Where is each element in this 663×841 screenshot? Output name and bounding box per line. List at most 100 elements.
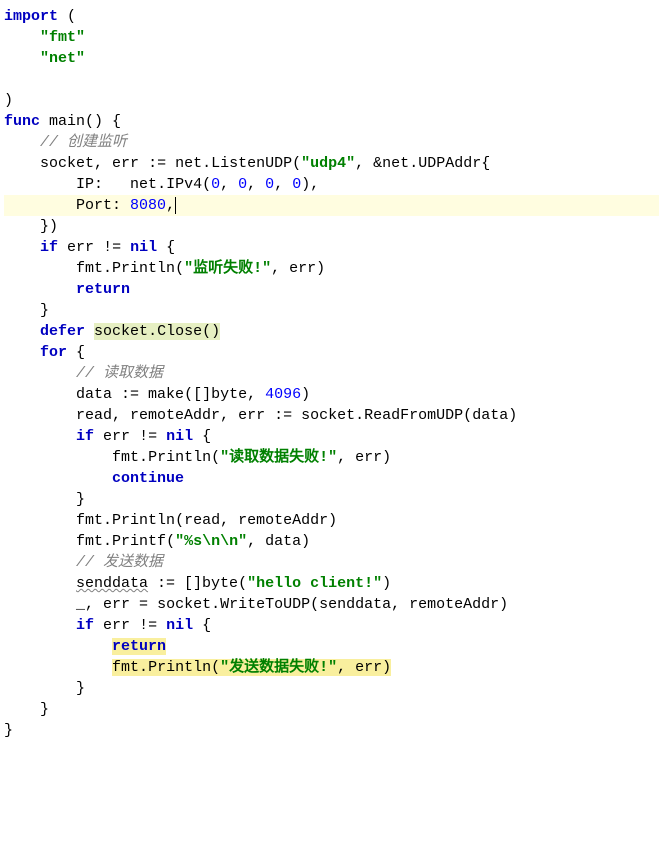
identifier: remoteAddr <box>238 512 328 529</box>
identifier: Printf <box>112 533 166 550</box>
identifier: Println <box>112 260 175 277</box>
keyword-return: return <box>112 638 166 655</box>
identifier: fmt <box>112 659 139 676</box>
identifier: make <box>148 386 184 403</box>
code-line: senddata := []byte("hello client!") <box>4 575 391 592</box>
keyword-for: for <box>40 344 67 361</box>
identifier-wavy: senddata <box>76 575 148 592</box>
identifier: byte <box>211 386 247 403</box>
number: 0 <box>211 176 220 193</box>
paren-close: ) <box>4 92 13 109</box>
identifier: remoteAddr <box>409 596 499 613</box>
highlight-block: socket.Close() <box>94 323 220 340</box>
highlight-unreachable: return <box>112 638 166 655</box>
identifier: net <box>175 155 202 172</box>
code-line: } <box>4 680 85 697</box>
code-line: func main() { <box>4 113 121 130</box>
identifier: socket <box>94 323 148 340</box>
identifier: err <box>355 449 382 466</box>
code-line: defer socket.Close() <box>4 323 220 340</box>
identifier: data <box>472 407 508 424</box>
identifier: socket <box>40 155 94 172</box>
func-name-main: main <box>49 113 85 130</box>
identifier: Println <box>148 659 211 676</box>
code-block: import ( "fmt" "net" ) func main() { // … <box>0 0 663 747</box>
identifier: read <box>76 407 112 424</box>
string-literal: "udp4" <box>301 155 355 172</box>
identifier: fmt <box>76 260 103 277</box>
number: 0 <box>265 176 274 193</box>
comment: // 发送数据 <box>76 554 163 571</box>
code-line: socket, err := net.ListenUDP("udp4", &ne… <box>4 155 490 172</box>
code-line: fmt.Println(read, remoteAddr) <box>4 512 337 529</box>
number: 8080 <box>130 197 166 214</box>
identifier: err <box>103 428 130 445</box>
identifier: data <box>76 386 112 403</box>
string-literal: "%s\n\n" <box>175 533 247 550</box>
keyword-nil: nil <box>166 428 193 445</box>
keyword-defer: defer <box>40 323 85 340</box>
identifier: net <box>382 155 409 172</box>
identifier: fmt <box>76 533 103 550</box>
number: 0 <box>292 176 301 193</box>
identifier: socket <box>157 596 211 613</box>
code-line: _, err = socket.WriteToUDP(senddata, rem… <box>4 596 508 613</box>
identifier: IP <box>76 176 94 193</box>
string-literal: "发送数据失败!" <box>220 659 337 676</box>
identifier: fmt <box>76 512 103 529</box>
identifier: byte <box>202 575 238 592</box>
identifier: Println <box>112 512 175 529</box>
identifier: err <box>238 407 265 424</box>
identifier: read <box>184 512 220 529</box>
keyword-import: import <box>4 8 58 25</box>
keyword-if: if <box>76 617 94 634</box>
code-line: } <box>4 491 85 508</box>
identifier: Close <box>157 323 202 340</box>
string-literal: "读取数据失败!" <box>220 449 337 466</box>
identifier: UDPAddr <box>418 155 481 172</box>
code-line: // 发送数据 <box>4 554 163 571</box>
code-line: "net" <box>4 50 85 67</box>
number: 0 <box>238 176 247 193</box>
identifier: Port <box>76 197 112 214</box>
code-line: fmt.Println("监听失败!", err) <box>4 260 325 277</box>
string-literal: "hello client!" <box>247 575 382 592</box>
code-line: import ( <box>4 8 76 25</box>
code-line: }) <box>4 218 58 235</box>
string-literal: "fmt" <box>40 29 85 46</box>
comment: // 创建监听 <box>40 134 127 151</box>
identifier: err <box>103 596 130 613</box>
string-literal: "net" <box>40 50 85 67</box>
identifier: senddata <box>319 596 391 613</box>
keyword-func: func <box>4 113 40 130</box>
keyword-return: return <box>76 281 130 298</box>
keyword-nil: nil <box>130 239 157 256</box>
code-line: } <box>4 722 13 739</box>
identifier: WriteToUDP <box>220 596 310 613</box>
text-cursor <box>175 197 176 214</box>
identifier: socket <box>301 407 355 424</box>
code-line: } <box>4 701 49 718</box>
identifier: err <box>103 617 130 634</box>
code-line: return <box>4 281 130 298</box>
code-line: for { <box>4 344 85 361</box>
keyword-continue: continue <box>112 470 184 487</box>
identifier: remoteAddr <box>130 407 220 424</box>
code-line: "fmt" <box>4 29 85 46</box>
code-line: if err != nil { <box>4 617 211 634</box>
code-line: // 创建监听 <box>4 134 127 151</box>
code-line: fmt.Println("读取数据失败!", err) <box>4 449 391 466</box>
code-line: read, remoteAddr, err := socket.ReadFrom… <box>4 407 517 424</box>
identifier: err <box>289 260 316 277</box>
number: 4096 <box>265 386 301 403</box>
code-line: fmt.Printf("%s\n\n", data) <box>4 533 310 550</box>
code-line: continue <box>4 470 184 487</box>
identifier: Println <box>148 449 211 466</box>
keyword-if: if <box>76 428 94 445</box>
identifier: IPv4 <box>166 176 202 193</box>
keyword-if: if <box>40 239 58 256</box>
code-line-highlighted: Port: 8080, <box>4 195 659 216</box>
code-line: if err != nil { <box>4 239 175 256</box>
code-line: } <box>4 302 49 319</box>
identifier: err <box>112 155 139 172</box>
